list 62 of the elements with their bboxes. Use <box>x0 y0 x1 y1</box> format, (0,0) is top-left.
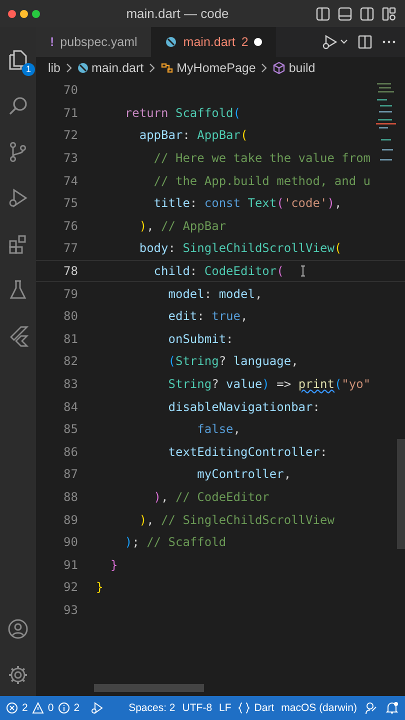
line-number: 89 <box>62 512 78 527</box>
breadcrumb-item[interactable]: MyHomePage <box>160 61 256 75</box>
window-title: main.dart — code <box>125 6 230 21</box>
code-line: textEditingController: <box>167 444 328 459</box>
line-number: 81 <box>62 332 78 346</box>
editor-tab[interactable]: ! pubspec.yaml <box>36 27 152 57</box>
breadcrumb-item[interactable]: main.dart <box>76 61 144 75</box>
line-number: 76 <box>62 218 78 233</box>
code-line: String? value) => print("yo" <box>167 377 371 392</box>
notification-badge: 1 <box>22 63 35 76</box>
code-line: return Scaffold( <box>124 106 241 120</box>
line-number: 85 <box>62 422 78 436</box>
line-number: 79 <box>62 286 78 301</box>
line-number: 91 <box>62 558 78 572</box>
line-number: 93 <box>62 602 78 617</box>
language-mode[interactable]: Dart <box>238 702 274 714</box>
code-line: ); // Scaffold <box>124 535 226 550</box>
code-line: ), // AppBar <box>138 218 226 233</box>
code-line: body: SingleChildScrollView( <box>138 241 342 256</box>
breadcrumb-item[interactable]: build <box>272 61 316 75</box>
line-number: 80 <box>62 309 78 324</box>
line-number: 75 <box>62 196 78 210</box>
line-number: 92 <box>62 580 78 594</box>
line-number: 83 <box>62 377 78 392</box>
code-line: child: CodeEditor( <box>152 264 284 278</box>
line-number: 82 <box>62 354 78 368</box>
code-line: // Here we take the value from <box>152 151 371 166</box>
breadcrumb-item[interactable]: lib <box>48 61 61 75</box>
line-number: 78 <box>62 264 78 278</box>
code-line: (String? language, <box>167 354 298 368</box>
status-item[interactable]: macOS (darwin) <box>281 702 357 714</box>
code-line: false, <box>196 422 241 436</box>
code-line: onSubmit: <box>167 332 234 346</box>
code-line: // the App.build method, and u <box>152 174 371 188</box>
code-line: myController, <box>196 467 292 482</box>
status-count[interactable]: 2 <box>74 702 80 714</box>
line-number: 74 <box>62 174 78 188</box>
status-item[interactable]: Spaces: 2 <box>128 702 176 714</box>
code-line: ), // CodeEditor <box>152 490 270 504</box>
line-number: 87 <box>62 467 78 482</box>
status-count[interactable]: 0 <box>48 702 54 714</box>
code-line: edit: true, <box>167 309 248 324</box>
line-number: 86 <box>62 444 78 459</box>
code-line: ), // SingleChildScrollView <box>138 512 334 527</box>
status-item[interactable]: LF <box>219 702 232 714</box>
status-item[interactable]: UTF-8 <box>182 702 212 714</box>
code-line: disableNavigationbar: <box>167 400 320 414</box>
line-number: 71 <box>62 106 78 120</box>
line-number: 77 <box>62 241 78 256</box>
line-number: 70 <box>62 83 78 98</box>
line-number: 73 <box>62 151 78 166</box>
status-count[interactable]: 2 <box>22 702 28 714</box>
line-number: 88 <box>62 490 78 504</box>
code-line: } <box>96 580 104 594</box>
line-number: 90 <box>62 535 78 550</box>
code-line: model: model, <box>167 286 262 301</box>
line-number: 84 <box>62 400 78 414</box>
code-line: appBar: AppBar( <box>138 128 248 142</box>
code-line: title: const Text('code'), <box>152 196 342 210</box>
code-line: } <box>109 558 118 572</box>
editor-tab[interactable]: main.dart 2 <box>151 27 276 57</box>
line-number: 72 <box>62 128 78 142</box>
